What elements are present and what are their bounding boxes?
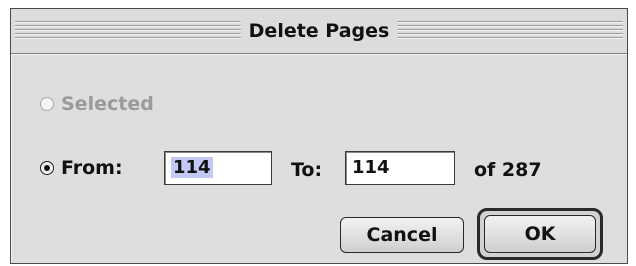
cancel-button[interactable]: Cancel <box>340 217 464 253</box>
to-page-input[interactable]: 114 <box>345 151 455 185</box>
dialog-title: Delete Pages <box>240 19 398 43</box>
selected-label: Selected <box>61 93 154 115</box>
from-label: From: <box>61 157 123 179</box>
selected-radio <box>40 97 54 111</box>
ok-button[interactable]: OK <box>484 215 596 253</box>
selected-option: Selected <box>40 93 154 115</box>
from-page-value: 114 <box>171 157 213 178</box>
delete-pages-dialog: Delete Pages Selected From: 114 To: 114 … <box>10 8 628 264</box>
dialog-content: Selected From: 114 To: 114 of 287 Cancel… <box>11 54 627 263</box>
from-page-input[interactable]: 114 <box>164 151 272 185</box>
page-count-text: of 287 <box>474 159 542 181</box>
range-radio[interactable] <box>40 161 54 175</box>
to-label: To: <box>291 159 323 181</box>
title-bar[interactable]: Delete Pages <box>11 9 627 54</box>
radio-dot <box>44 165 50 171</box>
to-page-value: 114 <box>352 157 390 178</box>
range-option[interactable]: From: <box>40 157 123 179</box>
